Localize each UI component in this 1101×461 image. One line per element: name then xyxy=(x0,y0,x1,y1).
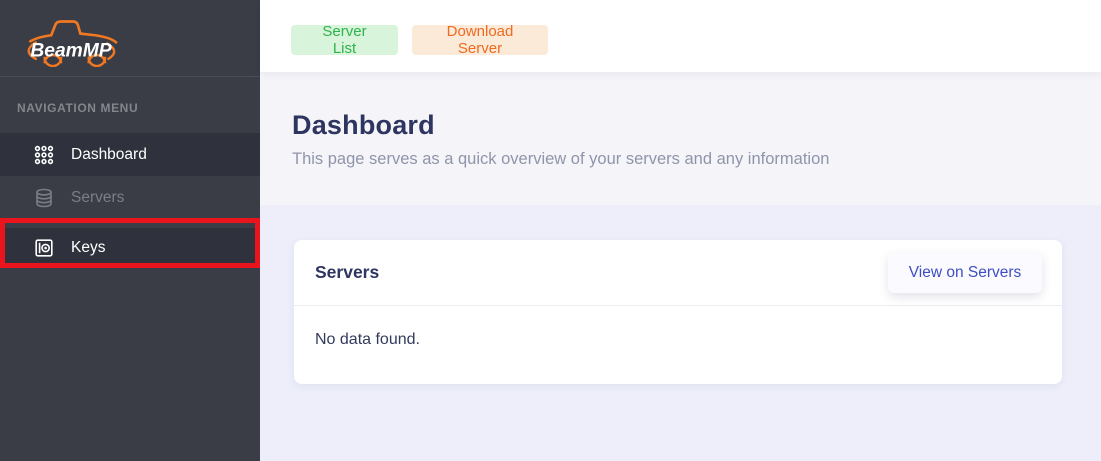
safe-icon xyxy=(34,238,54,258)
logo-text: BeamMP xyxy=(30,41,111,62)
view-on-servers-button[interactable]: View on Servers xyxy=(888,252,1042,293)
sidebar-item-dashboard[interactable]: Dashboard xyxy=(0,133,260,176)
truck-logo-icon: BeamMP xyxy=(16,9,126,67)
sidebar-item-servers[interactable]: Servers xyxy=(0,176,260,219)
server-list-button[interactable]: Server List xyxy=(291,25,398,55)
sidebar-item-label: Servers xyxy=(71,188,124,208)
empty-state-text: No data found. xyxy=(315,331,420,348)
beammp-logo[interactable]: BeamMP xyxy=(0,0,260,77)
page-subtitle: This page serves as a quick overview of … xyxy=(292,150,1101,169)
sidebar-item-label: Keys xyxy=(71,238,105,258)
servers-card-body: No data found. xyxy=(294,306,1062,374)
download-server-button[interactable]: Download Server xyxy=(412,25,548,55)
sidebar-item-label: Dashboard xyxy=(71,145,147,165)
main-area: Server List Download Server Dashboard Th… xyxy=(260,0,1101,461)
page-title: Dashboard xyxy=(292,110,1101,141)
sidebar-item-keys[interactable]: Keys xyxy=(0,228,260,268)
database-icon xyxy=(34,188,54,208)
servers-card-title: Servers xyxy=(315,262,379,283)
topbar: Server List Download Server xyxy=(260,0,1101,72)
servers-card-header: Servers View on Servers xyxy=(294,240,1062,306)
sidebar: BeamMP NAVIGATION MENU Dashboard xyxy=(0,0,260,461)
grid-dots-icon xyxy=(34,145,54,165)
page-header: Dashboard This page serves as a quick ov… xyxy=(260,72,1101,205)
nav-menu: Dashboard Servers xyxy=(0,133,260,268)
content-area: Servers View on Servers No data found. xyxy=(260,205,1101,461)
servers-card: Servers View on Servers No data found. xyxy=(294,240,1062,384)
nav-section-label: NAVIGATION MENU xyxy=(0,77,260,133)
